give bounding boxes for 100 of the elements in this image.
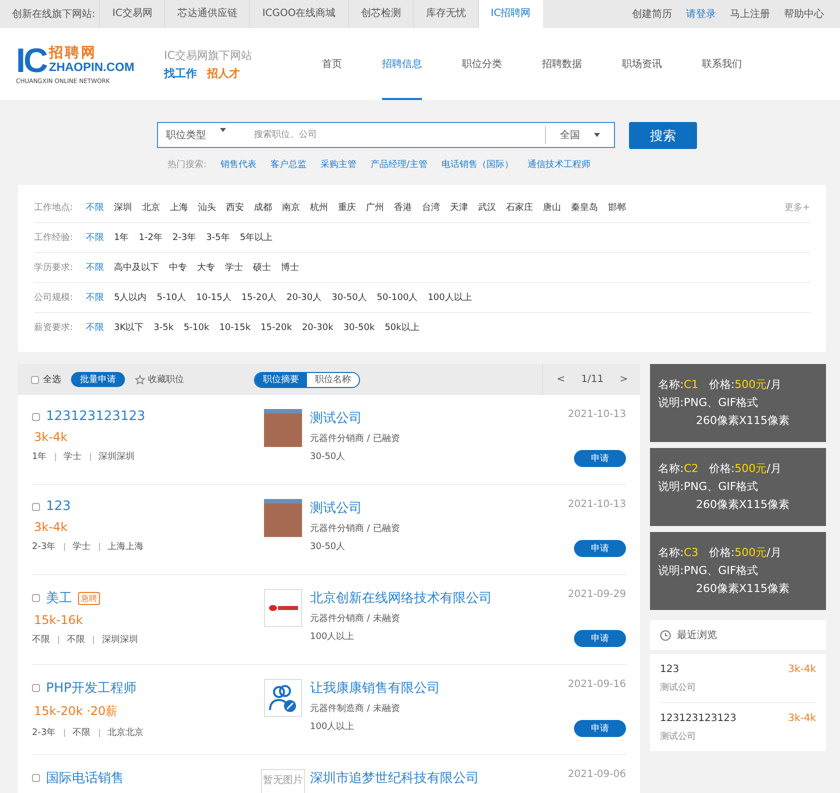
nav-item[interactable]: 招聘数据: [542, 28, 582, 100]
filter-option[interactable]: 深圳: [114, 201, 132, 214]
recent-job-link[interactable]: 123: [660, 664, 696, 675]
filter-option[interactable]: 不限: [86, 291, 104, 304]
filter-option[interactable]: 50-100人: [376, 291, 418, 304]
filter-option[interactable]: 博士: [281, 261, 299, 274]
filter-option[interactable]: 不限: [86, 201, 104, 214]
job-title[interactable]: 123123123123: [46, 409, 146, 424]
job-title[interactable]: 美工: [46, 589, 72, 607]
filter-option[interactable]: 100人以上: [428, 291, 472, 304]
company-name[interactable]: 测试公司: [310, 409, 568, 427]
job-meta: 北京北京: [108, 726, 144, 739]
select-all-checkbox[interactable]: [31, 376, 39, 384]
company-size: 30-50人: [310, 450, 346, 463]
filter-option[interactable]: 秦皇岛: [571, 201, 598, 214]
hot-search-link[interactable]: 采购主管: [320, 158, 356, 171]
filter-option[interactable]: 西安: [226, 201, 244, 214]
filter-option[interactable]: 大专: [197, 261, 215, 274]
apply-button[interactable]: 申请: [574, 720, 626, 737]
filter-option[interactable]: 15-20k: [260, 322, 292, 332]
job-title[interactable]: PHP开发工程师: [46, 679, 136, 697]
hot-search-link[interactable]: 通信技术工程师: [528, 158, 591, 171]
filter-option[interactable]: 成都: [254, 201, 272, 214]
filter-option[interactable]: 5-10人: [156, 291, 186, 304]
filter-option[interactable]: 20-30人: [286, 291, 322, 304]
filter-option[interactable]: 香港: [394, 201, 412, 214]
nav-item[interactable]: 职场资讯: [622, 28, 662, 100]
category-dropdown[interactable]: 职位类型: [158, 128, 254, 142]
job-checkbox[interactable]: [32, 684, 40, 692]
nav-item[interactable]: 招聘信息: [382, 28, 422, 100]
filter-option[interactable]: 5年以上: [240, 231, 273, 244]
nav-item[interactable]: 首页: [322, 28, 342, 100]
prev-page-button[interactable]: <: [556, 374, 566, 385]
top-link[interactable]: 帮助中心: [784, 7, 824, 21]
filter-option[interactable]: 邯郸: [608, 201, 626, 214]
filter-option[interactable]: 北京: [142, 201, 160, 214]
job-title[interactable]: 国际电话销售: [46, 769, 124, 787]
apply-button[interactable]: 申请: [574, 630, 626, 647]
favorite-link[interactable]: 收藏职位: [148, 373, 184, 386]
filter-option[interactable]: 50k以上: [384, 321, 420, 334]
filter-option[interactable]: 天津: [450, 201, 468, 214]
job-checkbox[interactable]: [32, 594, 40, 602]
job-title[interactable]: 123: [46, 499, 71, 514]
job-checkbox[interactable]: [32, 502, 40, 510]
filter-option[interactable]: 汕头: [198, 201, 216, 214]
filter-option[interactable]: 重庆: [338, 201, 356, 214]
view-toggle[interactable]: 职位摘要: [255, 372, 307, 386]
hot-search-link[interactable]: 客户总监: [270, 158, 306, 171]
company-name[interactable]: 深圳市追梦世纪科技有限公司: [310, 769, 568, 787]
filter-option[interactable]: 杭州: [310, 201, 328, 214]
hot-search-link[interactable]: 电话销售（国际）: [442, 158, 514, 171]
top-link[interactable]: 请登录: [686, 7, 716, 21]
filter-option[interactable]: 硕士: [253, 261, 271, 274]
filter-option[interactable]: 南京: [282, 201, 300, 214]
filter-option[interactable]: 石家庄: [506, 201, 533, 214]
apply-button[interactable]: 申请: [574, 540, 626, 557]
filter-option[interactable]: 中专: [169, 261, 187, 274]
filter-option[interactable]: 不限: [86, 231, 104, 244]
view-toggle[interactable]: 职位名称: [307, 372, 359, 386]
next-page-button[interactable]: >: [620, 374, 628, 385]
filter-option[interactable]: 1-2年: [138, 231, 162, 244]
filter-option[interactable]: 10-15k: [219, 322, 251, 332]
filter-option[interactable]: 1年: [114, 231, 129, 244]
company-name[interactable]: 北京创新在线网络技术有限公司: [310, 589, 568, 607]
recent-job-link[interactable]: 123123123123: [660, 713, 736, 724]
filter-option[interactable]: 台湾: [422, 201, 440, 214]
nav-item[interactable]: 联系我们: [702, 28, 742, 100]
filter-option[interactable]: 10-15人: [196, 291, 232, 304]
site-tab[interactable]: IC招聘网: [478, 0, 543, 28]
filter-option[interactable]: 广州: [366, 201, 384, 214]
top-link[interactable]: 马上注册: [730, 7, 770, 21]
filter-option[interactable]: 5人以内: [114, 291, 147, 304]
apply-button[interactable]: 申请: [574, 450, 626, 467]
filter-option[interactable]: 上海: [170, 201, 188, 214]
filter-option[interactable]: 学士: [225, 261, 243, 274]
filter-option[interactable]: 30-50人: [332, 291, 367, 304]
region-dropdown[interactable]: 全国: [545, 126, 614, 144]
filter-option[interactable]: 3K以下: [114, 321, 144, 334]
filter-option[interactable]: 武汉: [478, 201, 496, 214]
batch-apply-button[interactable]: 批量申请: [71, 372, 125, 387]
filter-option[interactable]: 3-5k: [154, 322, 174, 332]
filter-option[interactable]: 高中及以下: [114, 261, 159, 274]
company-name[interactable]: 让我康康销售有限公司: [310, 679, 568, 697]
filter-option[interactable]: 唐山: [543, 201, 561, 214]
job-checkbox[interactable]: [32, 774, 40, 782]
nav-item[interactable]: 职位分类: [462, 28, 502, 100]
filter-option[interactable]: 2-3年: [172, 231, 196, 244]
filter-option[interactable]: 30-50k: [343, 322, 375, 332]
search-button[interactable]: 搜索: [629, 122, 697, 149]
filter-option[interactable]: 3-5年: [206, 231, 230, 244]
job-checkbox[interactable]: [32, 412, 40, 420]
filter-option[interactable]: 15-20人: [241, 291, 276, 304]
filter-option[interactable]: 5-10k: [184, 322, 210, 332]
filter-option[interactable]: 不限: [86, 261, 104, 274]
filter-option[interactable]: 20-30k: [302, 322, 334, 332]
hot-search-link[interactable]: 产品经理/主管: [370, 158, 428, 171]
filter-option[interactable]: 不限: [86, 321, 104, 334]
company-name[interactable]: 测试公司: [310, 499, 568, 517]
hot-search-link[interactable]: 销售代表: [220, 158, 256, 171]
top-link[interactable]: 创建简历: [632, 7, 672, 21]
